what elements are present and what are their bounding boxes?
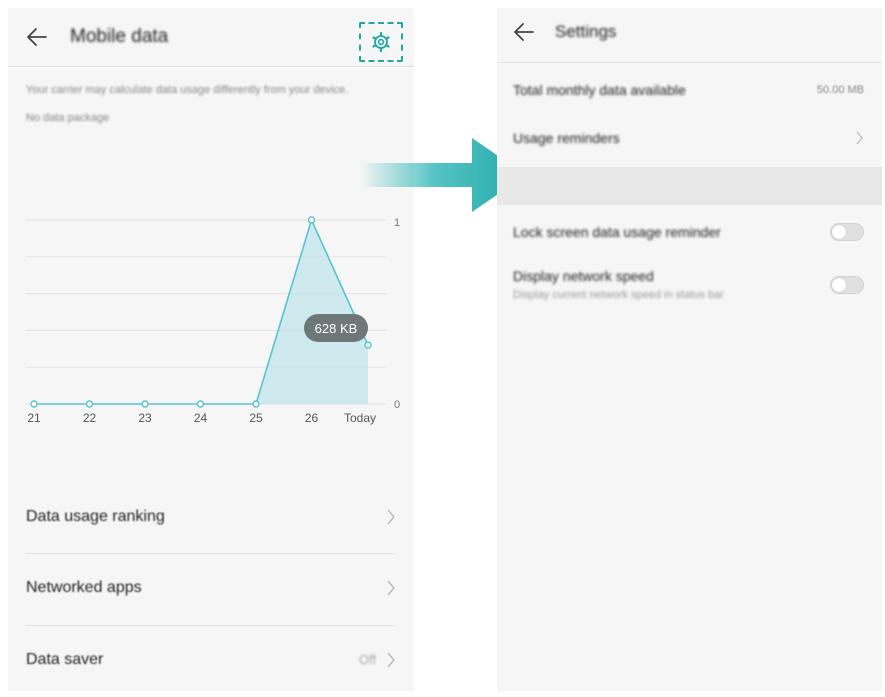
gear-icon [372,31,390,53]
usage-tooltip-label: 628 KB [315,321,358,336]
page-title: Mobile data [70,26,169,47]
settings-header: Settings [497,8,882,63]
x-tick-label: 21 [27,411,41,425]
total-monthly-data-value: 50.00 MB [816,84,864,96]
chevron-right-icon [387,652,395,668]
x-tick-label: 23 [138,411,152,425]
usage-reminders-label: Usage reminders [513,130,620,146]
chevron-right-icon [387,580,395,596]
data-point [141,400,149,408]
networked-apps-label: Networked apps [26,579,142,596]
data-usage-ranking-item[interactable]: Data usage ranking [26,482,396,554]
data-point [30,400,38,408]
y-tick-label: 0 [394,399,400,411]
total-monthly-data-row[interactable]: Total monthly data available 50.00 MB [513,74,868,114]
usage-reminders-row[interactable]: Usage reminders [513,122,868,162]
lock-screen-reminder-toggle[interactable] [830,223,864,241]
x-tick-label: 26 [305,411,319,425]
chevron-right-icon [387,509,395,525]
data-point [252,400,260,408]
x-tick-label: 24 [194,411,208,425]
total-monthly-data-label: Total monthly data available [513,82,686,98]
x-tick-label: 22 [83,411,97,425]
data-package-note: No data package [26,112,110,124]
network-speed-label: Display network speed [513,268,654,284]
data-point [85,400,94,408]
back-arrow-icon[interactable] [513,22,535,42]
data-usage-ranking-label: Data usage ranking [26,508,165,525]
page-title: Settings [555,22,617,41]
section-divider [497,167,882,205]
settings-button[interactable] [359,22,403,62]
mobile-data-screen: Mobile data Your carrier may calculate d… [8,8,414,691]
lock-screen-reminder-label: Lock screen data usage reminder [513,224,721,240]
networked-apps-item[interactable]: Networked apps [26,553,396,625]
data-usage-chart: 21 22 23 24 25 26 Today 1 0 628 KB [26,216,400,425]
toggle-knob [832,278,846,292]
lock-screen-reminder-row[interactable]: Lock screen data usage reminder [513,216,868,256]
y-tick-label: 1 [394,217,400,229]
settings-screen: Settings Total monthly data available 50… [497,8,882,691]
data-point [196,400,205,408]
network-speed-toggle[interactable] [830,276,864,294]
data-point [364,341,372,349]
data-point [307,216,316,224]
x-tick-label: 25 [249,411,263,425]
usage-area [256,220,368,404]
chevron-right-icon [856,131,863,145]
x-tick-label: Today [344,411,376,425]
data-saver-value: Off [358,652,376,667]
carrier-note: Your carrier may calculate data usage di… [26,84,349,96]
toggle-knob [832,225,846,239]
back-arrow-icon[interactable] [26,27,48,47]
mobile-data-header: Mobile data [8,8,414,67]
data-saver-label: Data saver [26,651,104,668]
network-speed-row[interactable]: Display network speed Display current ne… [513,264,868,312]
data-saver-item[interactable]: Data saver Off [26,625,396,697]
network-speed-sublabel: Display current network speed in status … [513,289,724,301]
